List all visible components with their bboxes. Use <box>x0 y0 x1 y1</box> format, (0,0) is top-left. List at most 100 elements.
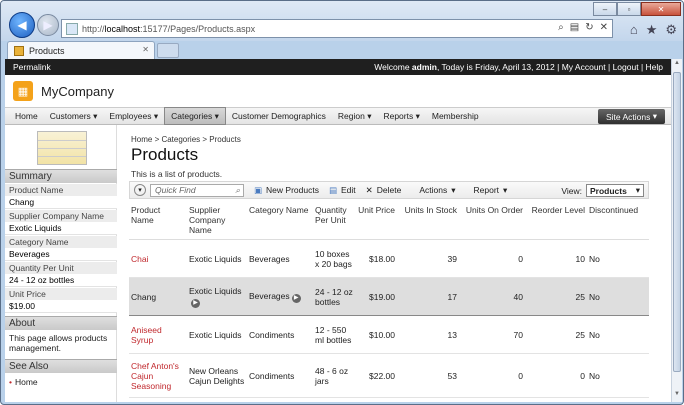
table-cell: 12 - 550 ml bottles <box>313 315 355 354</box>
product-name-link[interactable]: Aniseed Syrup <box>129 315 187 354</box>
report-menu[interactable]: Report ▾ <box>474 185 508 196</box>
table-cell: 0 <box>525 353 587 398</box>
user-links: Welcome admin, Today is Friday, April 13… <box>374 62 663 72</box>
summary-label: Product Name <box>5 184 117 196</box>
column-header[interactable]: Category Name <box>247 201 313 240</box>
gear-icon[interactable]: ⚙ <box>665 22 677 38</box>
table-cell: No <box>587 277 649 316</box>
column-header[interactable]: Units On Order <box>459 201 525 240</box>
table-cell: 10 boxes x 20 bags <box>313 239 355 278</box>
delete-button[interactable]: ✕ Delete <box>366 185 402 196</box>
table-cell: Condiments <box>247 315 313 354</box>
home-icon[interactable]: ⌂ <box>630 22 638 38</box>
breadcrumb[interactable]: Home > Categories > Products <box>131 135 241 144</box>
column-header[interactable]: Quantity Per Unit <box>313 201 355 240</box>
lookup-arrow-icon[interactable]: ▶ <box>191 298 200 308</box>
product-name-link[interactable]: Chef Anton's Cajun Seasoning <box>129 353 187 398</box>
back-button[interactable]: ◀ <box>9 12 35 38</box>
browser-tab[interactable]: Products ✕ <box>7 41 155 59</box>
tab-close-icon[interactable]: ✕ <box>142 45 149 54</box>
search-icon[interactable]: ⌕ <box>235 185 240 196</box>
column-header[interactable]: Unit Price <box>355 201 397 240</box>
view-select[interactable]: Products ▾ <box>586 184 644 197</box>
stop-icon[interactable]: ✕ <box>600 22 608 33</box>
logout-link[interactable]: Logout <box>613 62 639 72</box>
summary-value: Beverages <box>5 248 117 261</box>
column-header[interactable]: Product Name <box>129 201 187 240</box>
forward-button[interactable]: ▶ <box>37 14 59 36</box>
menu-customer-demographics[interactable]: Customer Demographics <box>226 107 332 125</box>
menu-region[interactable]: Region ▾ <box>332 107 378 125</box>
vertical-scrollbar[interactable]: ▲ ▼ <box>671 59 682 402</box>
column-header[interactable]: Units In Stock <box>397 201 459 240</box>
my-account-link[interactable]: My Account <box>562 62 606 72</box>
scroll-up-icon[interactable]: ▲ <box>673 60 681 70</box>
table-row[interactable]: Chang Exotic Liquids▶ Beverages ▶ 24 - 12… <box>129 277 649 316</box>
edit-button[interactable]: ▤ Edit <box>329 185 356 196</box>
close-window-button[interactable]: ✕ <box>641 2 681 16</box>
menu-employees[interactable]: Employees ▾ <box>103 107 164 125</box>
permalink-link[interactable]: Permalink <box>13 62 51 72</box>
lookup-arrow-icon[interactable]: ▶ <box>291 293 301 303</box>
refresh-icon[interactable]: ↻ <box>585 22 593 33</box>
brand-header: ▦ MyCompany <box>5 75 671 107</box>
summary-heading: Summary <box>5 169 117 183</box>
page-viewport: Permalink Welcome admin, Today is Friday… <box>5 59 671 402</box>
chevron-down-icon[interactable]: ▾ <box>134 184 146 196</box>
product-name-link[interactable]: Chai <box>129 239 187 278</box>
table-cell: No <box>587 315 649 354</box>
table-cell[interactable]: Beverages ▶ <box>247 277 313 316</box>
table-cell: Condiments <box>247 353 313 398</box>
about-text: This page allows products management. <box>9 333 108 353</box>
site-actions-button[interactable]: Site Actions ▾ <box>597 109 665 124</box>
table-cell: 0 <box>459 353 525 398</box>
scroll-down-icon[interactable]: ▼ <box>673 391 681 401</box>
new-products-button[interactable]: ▣ New Products <box>254 185 319 196</box>
menu-customers[interactable]: Customers ▾ <box>44 107 104 125</box>
actions-menu[interactable]: Actions ▾ <box>419 185 455 196</box>
favorites-icon[interactable]: ★ <box>646 22 658 38</box>
minimize-button[interactable]: ‒ <box>593 2 617 16</box>
table-cell: 70 <box>459 315 525 354</box>
menu-home[interactable]: Home <box>9 107 44 125</box>
help-link[interactable]: Help <box>646 62 663 72</box>
menu-reports[interactable]: Reports ▾ <box>377 107 425 125</box>
menu-categories[interactable]: Categories ▾ <box>164 107 226 125</box>
company-name[interactable]: MyCompany <box>41 84 114 99</box>
main-menu: Home Customers ▾ Employees ▾ Categories … <box>5 107 671 125</box>
new-tab-button[interactable] <box>157 43 179 58</box>
browser-window: ◀ ▶ http://localhost:15177/Pages/Product… <box>0 0 684 405</box>
table-cell: 25 <box>525 315 587 354</box>
search-icon[interactable]: ⌕ <box>558 22 564 33</box>
table-row[interactable]: Chef Anton's Cajun Seasoning New Orleans… <box>129 353 649 398</box>
delete-icon: ✕ <box>365 184 373 195</box>
scrollbar-thumb[interactable] <box>673 72 681 372</box>
quick-find-input[interactable]: Quick Find ⌕ <box>150 183 244 197</box>
see-also-home-link[interactable]: • Home <box>5 376 117 388</box>
column-header[interactable]: Discontinued <box>587 201 649 240</box>
column-header[interactable]: Supplier Company Name <box>187 201 247 240</box>
table-cell: 40 <box>459 277 525 316</box>
product-name-cell[interactable]: Chang <box>129 277 187 316</box>
sidebar: Summary Product Name Chang Supplier Comp… <box>5 125 117 402</box>
table-cell: $18.00 <box>355 239 397 278</box>
page-thumbnail <box>37 131 87 165</box>
grid-header-row: Product Name Supplier Company Name Categ… <box>129 201 649 240</box>
menu-membership[interactable]: Membership <box>426 107 485 125</box>
table-row[interactable]: Chai Exotic Liquids Beverages 10 boxes x… <box>129 239 649 278</box>
column-header[interactable]: Reorder Level <box>525 201 587 240</box>
tab-title: Products <box>29 45 65 56</box>
company-logo-icon[interactable]: ▦ <box>13 81 33 101</box>
table-cell[interactable]: Exotic Liquids▶ <box>187 277 247 316</box>
table-cell: 48 - 6 oz jars <box>313 353 355 398</box>
table-cell: 24 - 12 oz bottles <box>313 277 355 316</box>
compat-icon[interactable]: ▤ <box>570 22 579 33</box>
browser-titlebar: ◀ ▶ http://localhost:15177/Pages/Product… <box>1 1 683 41</box>
maximize-button[interactable]: ▫ <box>617 2 641 16</box>
address-bar[interactable]: http://localhost:15177/Pages/Products.as… <box>61 19 613 38</box>
table-cell: 13 <box>397 315 459 354</box>
url-text: http://localhost:15177/Pages/Products.as… <box>82 23 256 34</box>
table-cell: 17 <box>397 277 459 316</box>
table-row[interactable]: Aniseed Syrup Exotic Liquids Condiments … <box>129 315 649 354</box>
table-cell: $19.00 <box>355 277 397 316</box>
